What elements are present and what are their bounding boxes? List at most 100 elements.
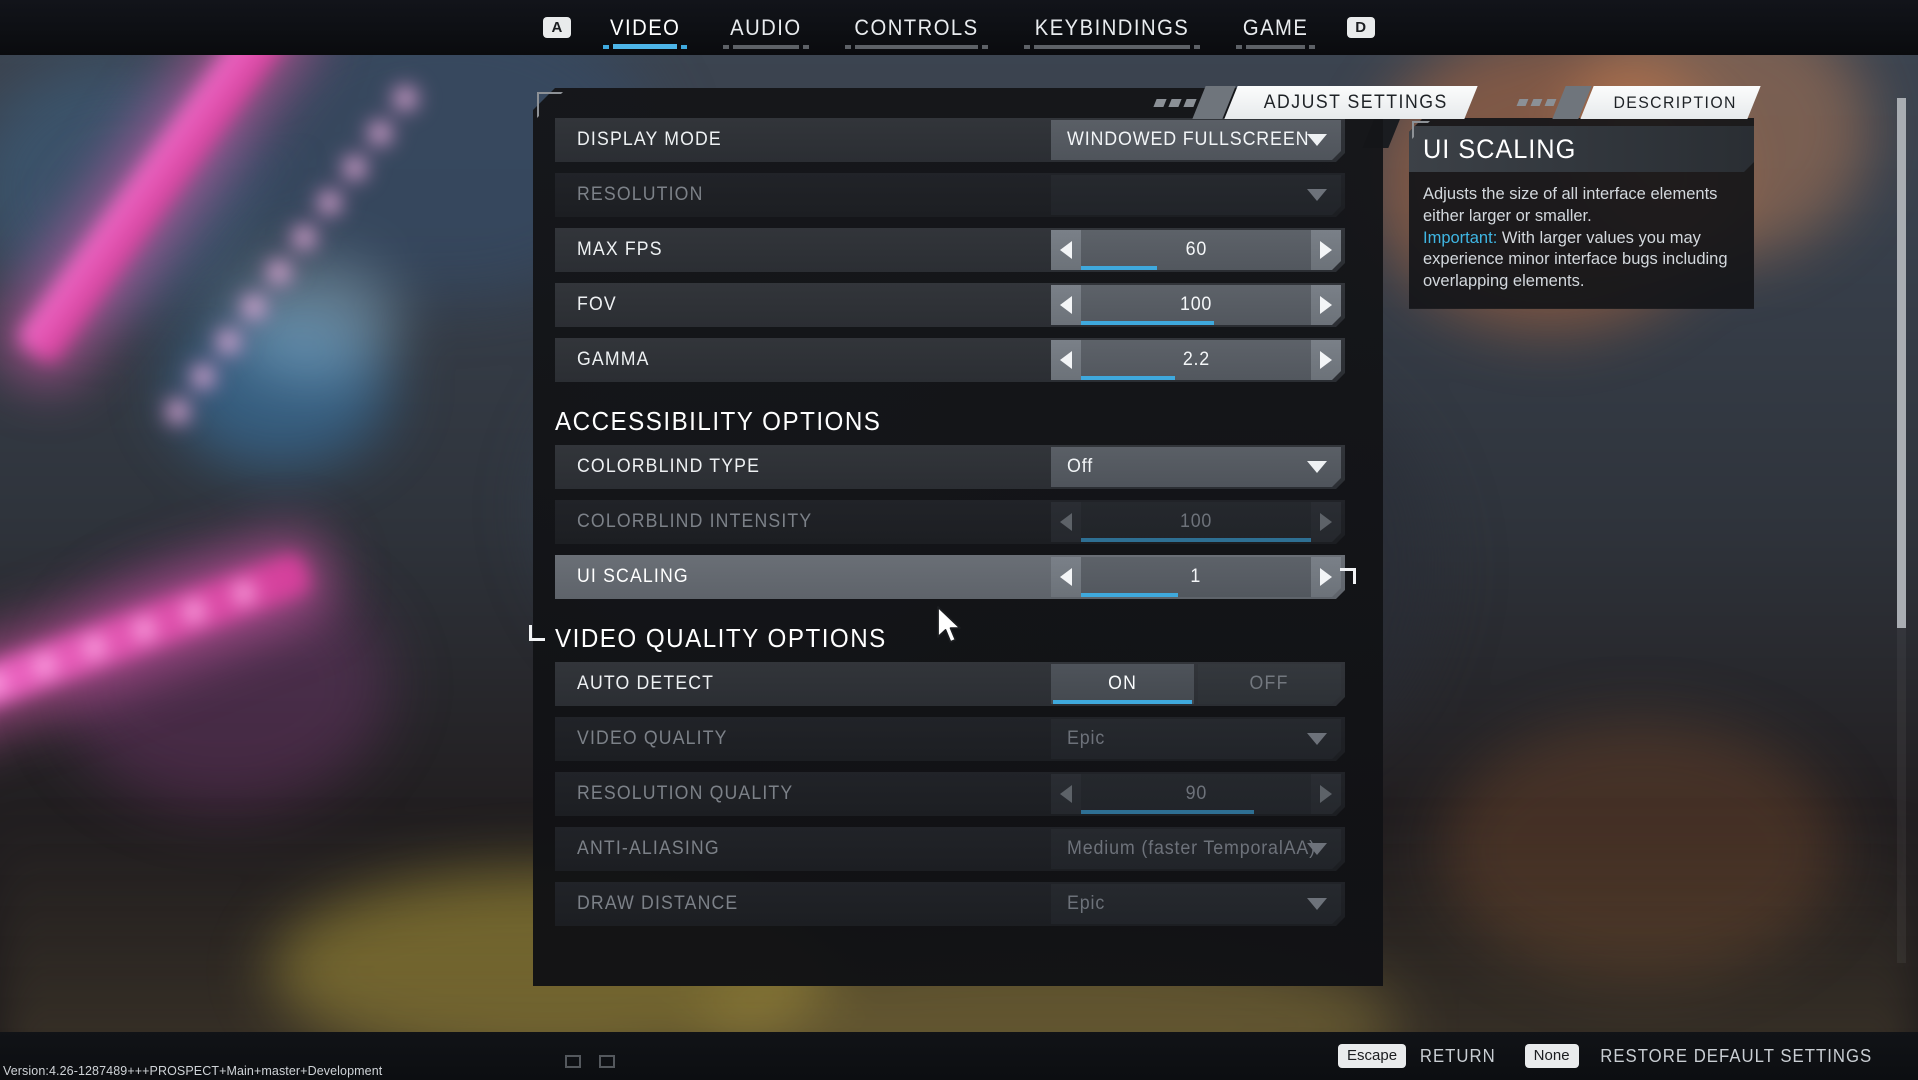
slider-fill	[1081, 593, 1178, 597]
description-line1: Adjusts the size of all interface elemen…	[1423, 185, 1718, 225]
setting-label: AUTO DETECT	[577, 673, 715, 694]
prev-tab-key[interactable]: A	[529, 17, 584, 38]
selection-bracket-left	[529, 625, 545, 641]
slider-increment-button[interactable]	[1311, 340, 1341, 380]
slider-increment-button[interactable]	[1311, 557, 1341, 597]
toggle-option-on[interactable]: ON	[1051, 664, 1194, 704]
tab-game[interactable]: GAME	[1218, 5, 1333, 51]
setting-control-resolution-quality: 90	[1051, 774, 1341, 814]
settings-scrollbar[interactable]	[1897, 98, 1906, 963]
toggle-group[interactable]: ON OFF	[1051, 664, 1341, 704]
description-banner-title: DESCRIPTION	[1613, 92, 1738, 112]
tab-audio-label: AUDIO	[730, 14, 802, 40]
setting-label: DISPLAY MODE	[577, 129, 722, 150]
slider[interactable]: 100	[1051, 285, 1341, 325]
slider-track: 90	[1081, 774, 1311, 814]
chevron-down-icon	[1307, 134, 1327, 146]
setting-row-ui-scaling[interactable]: UI SCALING 1	[555, 555, 1345, 599]
setting-label: RESOLUTION QUALITY	[577, 783, 794, 804]
hint-return[interactable]: Escape RETURN	[1338, 1044, 1499, 1068]
settings-rows: DISPLAY MODE WINDOWED FULLSCREEN RESOLUTIO…	[555, 118, 1345, 937]
tab-controls[interactable]: CONTROLS	[827, 5, 1006, 51]
setting-row-gamma[interactable]: GAMMA 2.2	[555, 338, 1345, 382]
toggle-option-off[interactable]: OFF	[1198, 664, 1341, 704]
tab-audio[interactable]: AUDIO	[705, 5, 827, 51]
dropdown-value: WINDOWED FULLSCREEN	[1067, 129, 1310, 150]
description-banner: DESCRIPTION	[1516, 86, 1761, 119]
caret-left-icon	[1060, 296, 1072, 314]
slider-decrement-button	[1051, 774, 1081, 814]
setting-control-anti-aliasing: Medium (faster TemporalAA)	[1051, 829, 1341, 869]
setting-label: ANTI-ALIASING	[577, 838, 720, 859]
slider-decrement-button[interactable]	[1051, 340, 1081, 380]
slider-track[interactable]: 100	[1081, 285, 1311, 325]
slider: 90	[1051, 774, 1341, 814]
slider[interactable]: 1	[1051, 557, 1341, 597]
slider[interactable]: 60	[1051, 230, 1341, 270]
setting-control-display-mode[interactable]: WINDOWED FULLSCREEN	[1051, 120, 1341, 160]
next-tab-key[interactable]: D	[1333, 17, 1388, 38]
setting-control-gamma[interactable]: 2.2	[1051, 340, 1341, 380]
section-header-label: ACCESSIBILITY OPTIONS	[555, 406, 882, 436]
setting-row-display-mode[interactable]: DISPLAY MODE WINDOWED FULLSCREEN	[555, 118, 1345, 162]
setting-control-ui-scaling[interactable]: 1	[1051, 557, 1341, 597]
tab-keybindings[interactable]: KEYBINDINGS	[1006, 5, 1218, 51]
chevron-down-icon	[1307, 189, 1327, 201]
slider-decrement-button[interactable]	[1051, 285, 1081, 325]
setting-row-anti-aliasing: ANTI-ALIASING Medium (faster TemporalAA)	[555, 827, 1345, 871]
dropdown[interactable]: Off	[1051, 447, 1341, 487]
slider-increment-button	[1311, 502, 1341, 542]
slider-increment-button	[1311, 774, 1341, 814]
setting-control-auto-detect[interactable]: ON OFF	[1051, 664, 1341, 704]
slider-increment-button[interactable]	[1311, 230, 1341, 270]
description-tick-marks	[1516, 99, 1557, 106]
hint-restore-label: RESTORE DEFAULT SETTINGS	[1599, 1045, 1872, 1066]
slider-decrement-button[interactable]	[1051, 557, 1081, 597]
settings-scroll-viewport[interactable]: DISPLAY MODE WINDOWED FULLSCREEN RESOLUTIO…	[533, 118, 1383, 976]
setting-row-auto-detect[interactable]: AUTO DETECT ON OFF	[555, 662, 1345, 706]
tab-video[interactable]: VIDEO	[585, 5, 705, 51]
slider[interactable]: 2.2	[1051, 340, 1341, 380]
banner-plate: ADJUST SETTINGS	[1224, 86, 1478, 119]
tab-keybindings-underline	[1024, 44, 1200, 49]
section-header-video-quality-options: VIDEO QUALITY OPTIONS	[555, 610, 1345, 662]
caret-left-icon	[1060, 513, 1072, 531]
setting-control-video-quality: Epic	[1051, 719, 1341, 759]
dropdown-value: Epic	[1067, 728, 1106, 749]
slider-track[interactable]: 2.2	[1081, 340, 1311, 380]
slider-track[interactable]: 60	[1081, 230, 1311, 270]
setting-label: RESOLUTION	[577, 184, 704, 205]
chevron-down-icon	[1307, 733, 1327, 745]
settings-tab-bar: A VIDEO AUDIO CONTROLS KEYBINDINGS GAME …	[0, 0, 1918, 55]
setting-row-max-fps[interactable]: MAX FPS 60	[555, 228, 1345, 272]
slider-fill	[1081, 810, 1254, 814]
slider-increment-button[interactable]	[1311, 285, 1341, 325]
setting-control-max-fps[interactable]: 60	[1051, 230, 1341, 270]
caret-right-icon	[1320, 513, 1332, 531]
settings-scrollbar-thumb[interactable]	[1897, 98, 1906, 628]
setting-row-colorblind-type[interactable]: COLORBLIND TYPE Off	[555, 445, 1345, 489]
setting-label: UI SCALING	[577, 566, 689, 587]
slider-fill	[1081, 266, 1157, 270]
toggle-off-label: OFF	[1249, 673, 1290, 694]
dropdown[interactable]: WINDOWED FULLSCREEN	[1051, 120, 1341, 160]
slider-track[interactable]: 1	[1081, 557, 1311, 597]
setting-control-colorblind-type[interactable]: Off	[1051, 447, 1341, 487]
setting-control-colorblind-intensity: 100	[1051, 502, 1341, 542]
chevron-down-icon	[1307, 461, 1327, 473]
dropdown: Medium (faster TemporalAA)	[1051, 829, 1341, 869]
hint-return-label: RETURN	[1419, 1045, 1496, 1066]
setting-label: FOV	[577, 294, 617, 315]
slider-track: 100	[1081, 502, 1311, 542]
caret-right-icon	[1320, 241, 1332, 259]
setting-control-fov[interactable]: 100	[1051, 285, 1341, 325]
caret-left-icon	[1060, 785, 1072, 803]
prev-tab-keycap: A	[543, 17, 571, 38]
setting-row-fov[interactable]: FOV 100	[555, 283, 1345, 327]
setting-label: DRAW DISTANCE	[577, 893, 739, 914]
slider-decrement-button[interactable]	[1051, 230, 1081, 270]
slider-fill	[1081, 321, 1214, 325]
setting-label: COLORBLIND INTENSITY	[577, 511, 813, 532]
dropdown	[1051, 175, 1341, 215]
hint-restore-defaults[interactable]: None RESTORE DEFAULT SETTINGS	[1524, 1044, 1882, 1068]
